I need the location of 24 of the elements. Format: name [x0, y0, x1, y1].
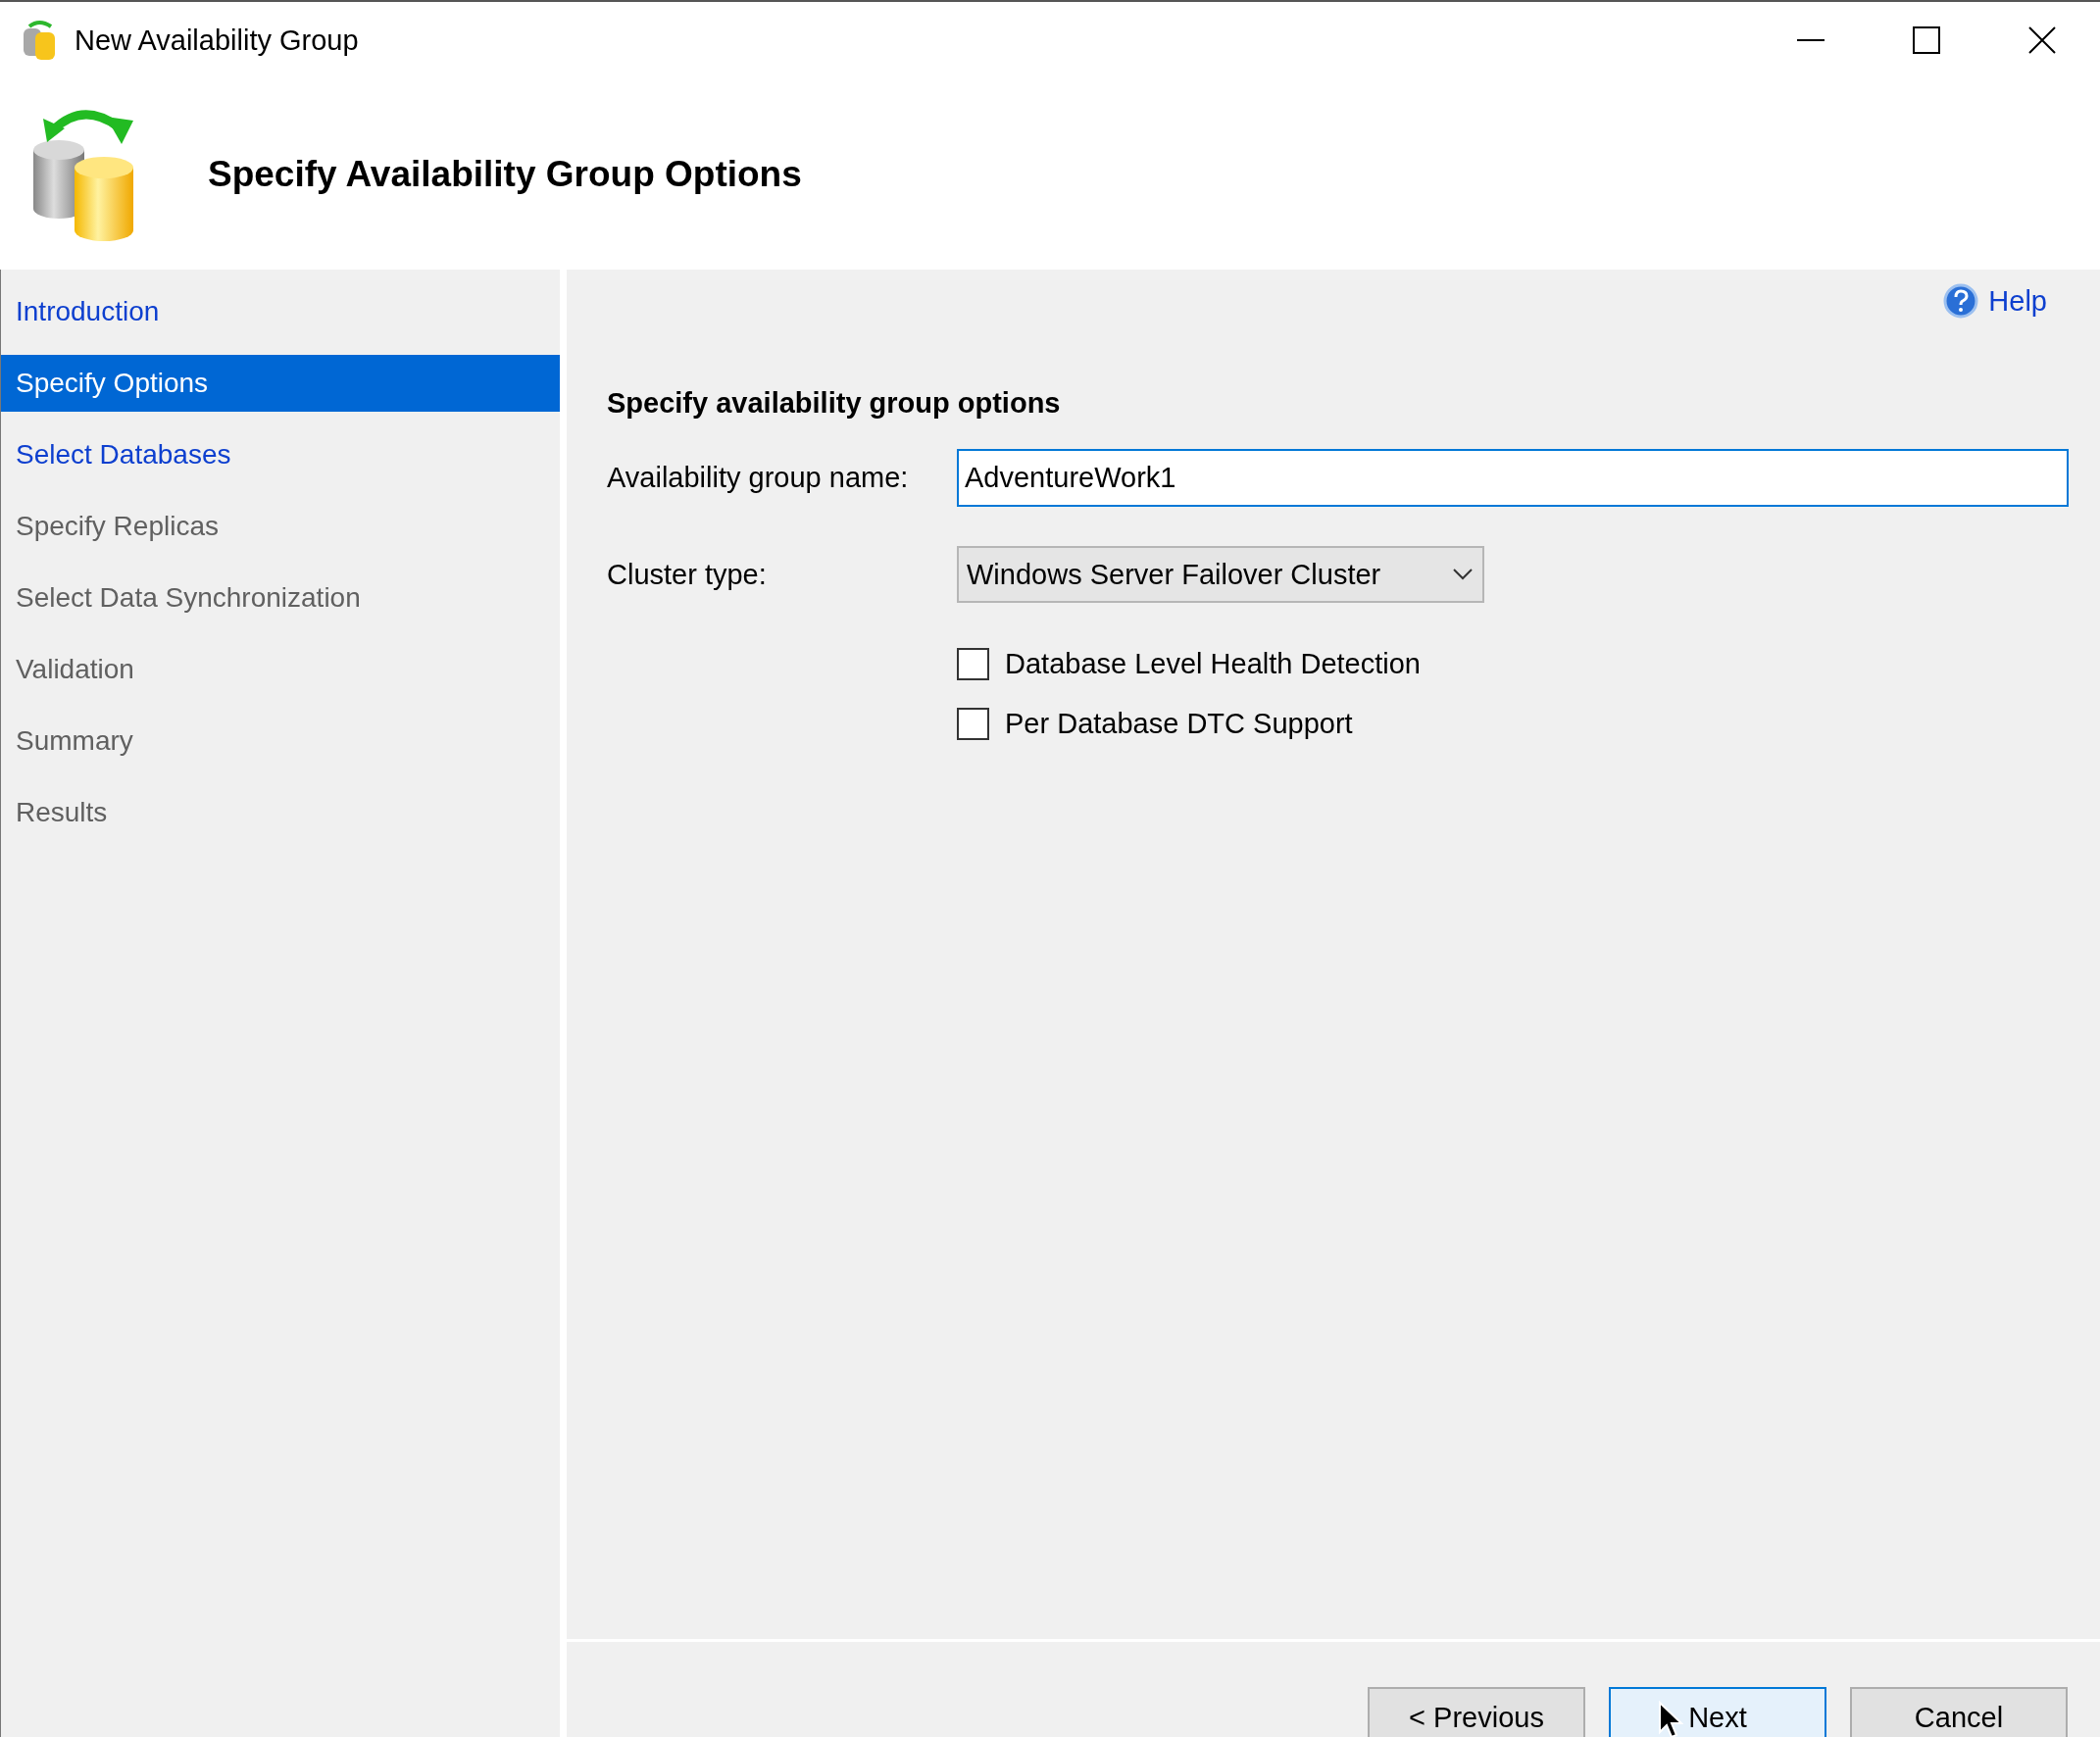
chevron-down-icon	[1453, 569, 1473, 580]
wizard-step[interactable]: Specify Options	[1, 355, 560, 412]
window-title: New Availability Group	[75, 24, 360, 57]
field-label: Availability group name:	[607, 462, 910, 494]
wizard-step[interactable]: Select Databases	[1, 426, 560, 483]
section-heading: Specify availability group options	[607, 387, 1062, 420]
maximize-icon[interactable]	[1913, 26, 1940, 54]
page-title: Specify Availability Group Options	[208, 153, 802, 195]
close-icon[interactable]	[2028, 26, 2056, 54]
checkbox-label: Per Database DTC Support	[1005, 707, 1353, 740]
mouse-pointer-icon	[1658, 1701, 1683, 1737]
wizard-step[interactable]: Introduction	[1, 283, 560, 340]
help-icon[interactable]	[1943, 283, 1979, 319]
wizard-button[interactable]: < Previous	[1368, 1687, 1585, 1737]
minimize-icon[interactable]	[1797, 38, 1825, 42]
wizard-button[interactable]: Next	[1609, 1687, 1826, 1737]
field-label: Cluster type:	[607, 558, 768, 591]
group-name-field[interactable]: AdventureWork1	[957, 449, 2069, 507]
help-link[interactable]: Help	[1988, 284, 2047, 318]
checkbox[interactable]	[957, 707, 989, 740]
wizard-button[interactable]: Cancel	[1850, 1687, 2068, 1737]
cluster-type-dropdown[interactable]: Windows Server Failover Cluster	[957, 546, 1484, 603]
checkbox[interactable]	[957, 647, 989, 680]
checkbox-label: Database Level Health Detection	[1005, 647, 1421, 680]
